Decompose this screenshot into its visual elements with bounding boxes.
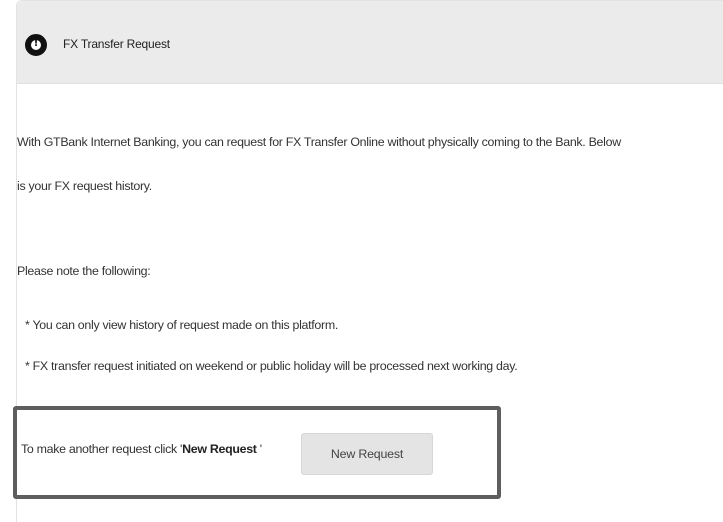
new-request-highlight-box: To make another request click 'New Reque… <box>13 406 501 499</box>
alert-circle-icon <box>25 34 47 56</box>
prompt-bold-text: New Request <box>182 442 257 456</box>
fx-transfer-panel: FX Transfer Request With GTBank Internet… <box>13 0 723 522</box>
note-bullet-1: * You can only view history of request m… <box>25 318 338 332</box>
intro-text-line-2: is your FX request history. <box>17 179 152 193</box>
prompt-suffix: ' <box>256 442 262 456</box>
new-request-button[interactable]: New Request <box>301 433 433 475</box>
prompt-prefix: To make another request click ' <box>21 442 183 456</box>
panel-title: FX Transfer Request <box>63 37 170 51</box>
panel-header: FX Transfer Request <box>17 1 723 84</box>
note-heading: Please note the following: <box>17 264 151 278</box>
intro-text-line-1: With GTBank Internet Banking, you can re… <box>17 135 621 149</box>
note-bullet-2: * FX transfer request initiated on weeke… <box>25 359 518 373</box>
new-request-prompt: To make another request click 'New Reque… <box>21 442 262 456</box>
